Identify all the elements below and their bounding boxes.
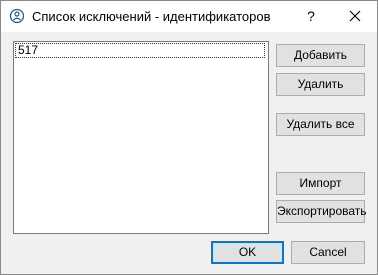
- remove-all-button[interactable]: Удалить все: [276, 113, 365, 136]
- cancel-button[interactable]: Cancel: [291, 241, 365, 264]
- close-icon: [349, 10, 361, 22]
- add-button[interactable]: Добавить: [276, 44, 365, 67]
- remove-button[interactable]: Удалить: [276, 73, 365, 96]
- ok-button[interactable]: OK: [211, 241, 284, 264]
- list-item[interactable]: 517: [15, 43, 265, 58]
- help-button[interactable]: ?: [296, 1, 326, 32]
- close-button[interactable]: [332, 1, 378, 32]
- title-bar: Список исключений - идентификаторов ?: [1, 1, 377, 32]
- app-icon: [9, 8, 25, 24]
- import-button[interactable]: Импорт: [276, 172, 365, 195]
- dialog-window: Список исключений - идентификаторов ? 51…: [0, 0, 378, 275]
- export-button[interactable]: Экспортировать: [276, 200, 367, 223]
- window-title: Список исключений - идентификаторов: [32, 9, 271, 24]
- exceptions-list[interactable]: 517: [13, 41, 269, 234]
